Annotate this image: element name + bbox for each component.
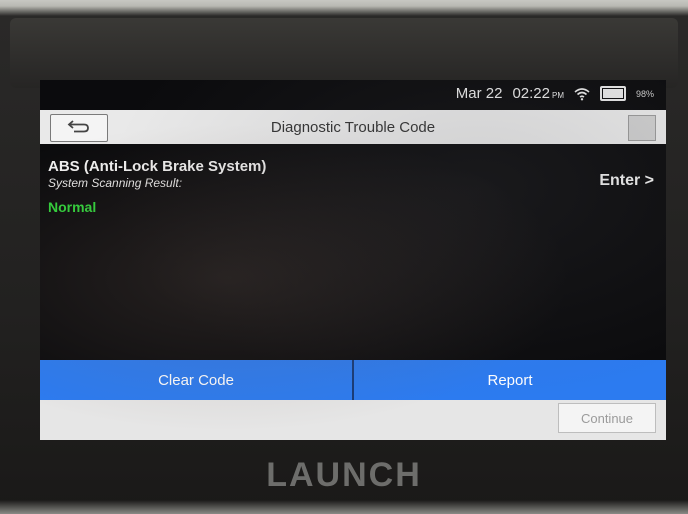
brand-logo: LAUNCH	[266, 456, 422, 494]
continue-button[interactable]: Continue	[558, 403, 656, 433]
report-button[interactable]: Report	[352, 360, 666, 400]
title-bar: Diagnostic Trouble Code	[40, 110, 666, 144]
status-right: Mar 22 02:22 PM 98%	[456, 85, 654, 102]
battery-icon	[599, 86, 626, 101]
scan-result-status: Normal	[48, 199, 97, 215]
battery-percent: 98%	[635, 88, 654, 99]
menu-icon[interactable]	[628, 115, 656, 141]
status-ampm: PM	[551, 91, 564, 100]
status-time: 02:22 PM	[512, 85, 564, 102]
device-frame: Mar 22 02:22 PM 98% Diagnostic Trouble C…	[0, 0, 688, 514]
status-date: Mar 22	[455, 85, 503, 102]
device-screen: Mar 22 02:22 PM 98% Diagnostic Trouble C…	[40, 80, 666, 440]
scan-result-panel: ABS (Anti-Lock Brake System) System Scan…	[48, 158, 658, 215]
page-title: Diagnostic Trouble Code	[270, 118, 436, 136]
wifi-icon	[574, 87, 590, 101]
device-bottom-edge	[0, 500, 688, 514]
device-bezel	[10, 18, 678, 88]
action-bar: Clear Code Report	[40, 360, 666, 400]
status-bar: Mar 22 02:22 PM 98%	[40, 80, 666, 108]
scan-result-label: System Scanning Result:	[48, 176, 183, 190]
system-name: ABS (Anti-Lock Brake System)	[48, 158, 267, 175]
back-arrow-icon	[66, 118, 92, 139]
enter-button[interactable]: Enter >	[599, 172, 654, 190]
status-time-value: 02:22	[512, 85, 550, 102]
back-button[interactable]	[50, 114, 108, 142]
clear-code-button[interactable]: Clear Code	[40, 360, 352, 400]
bottom-bar: Continue	[40, 400, 666, 440]
